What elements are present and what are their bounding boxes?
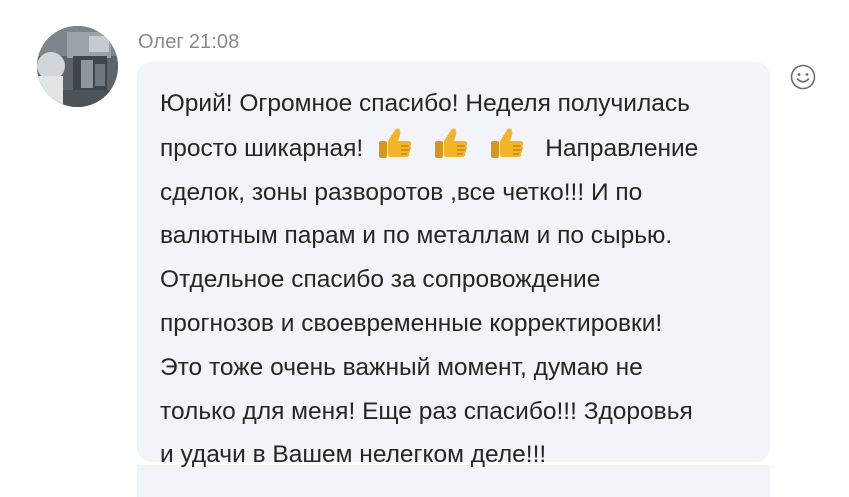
thumbs-up-icon bbox=[379, 127, 412, 158]
message-line-text: Направление bbox=[545, 134, 699, 162]
message-line: Юрий! Огромное спасибо! Неделя получилас… bbox=[160, 90, 690, 117]
message-header: Олег 21:08 bbox=[138, 31, 239, 54]
thumbs-up-icon bbox=[435, 127, 468, 158]
author-name[interactable]: Олег bbox=[138, 31, 184, 53]
message-line: валютным парам и по металлам и по сырью. bbox=[160, 222, 673, 250]
message-line: Отдельное спасибо за сопровождение bbox=[160, 266, 601, 294]
message-time: 21:08 bbox=[188, 31, 240, 53]
thumbs-up-icon bbox=[491, 127, 524, 158]
message-text: Юрий! Огромное спасибо! Неделя получилас… bbox=[160, 82, 760, 477]
smiley-icon bbox=[790, 64, 816, 90]
message-line: только для меня! Еще раз спасибо!!! Здор… bbox=[160, 397, 693, 425]
message-line: Это тоже очень важный момент, думаю не bbox=[160, 353, 643, 381]
chat-message-view: Олег 21:08 Юрий! Огромное спасибо! Неделя… bbox=[0, 0, 849, 497]
message-line: и удачи в Вашем нелегком деле!!! bbox=[160, 441, 547, 469]
message-line-text: просто шикарная! bbox=[160, 134, 364, 162]
avatar-photo-icon bbox=[37, 26, 118, 107]
message-line: сделок, зоны разворотов ,все четко!!! И … bbox=[160, 178, 643, 206]
message-line: просто шикарная! Направление bbox=[160, 126, 760, 171]
avatar[interactable] bbox=[37, 26, 118, 107]
message-line: прогнозов и своевременные корректировки! bbox=[160, 309, 663, 337]
add-reaction-button[interactable] bbox=[790, 64, 816, 90]
